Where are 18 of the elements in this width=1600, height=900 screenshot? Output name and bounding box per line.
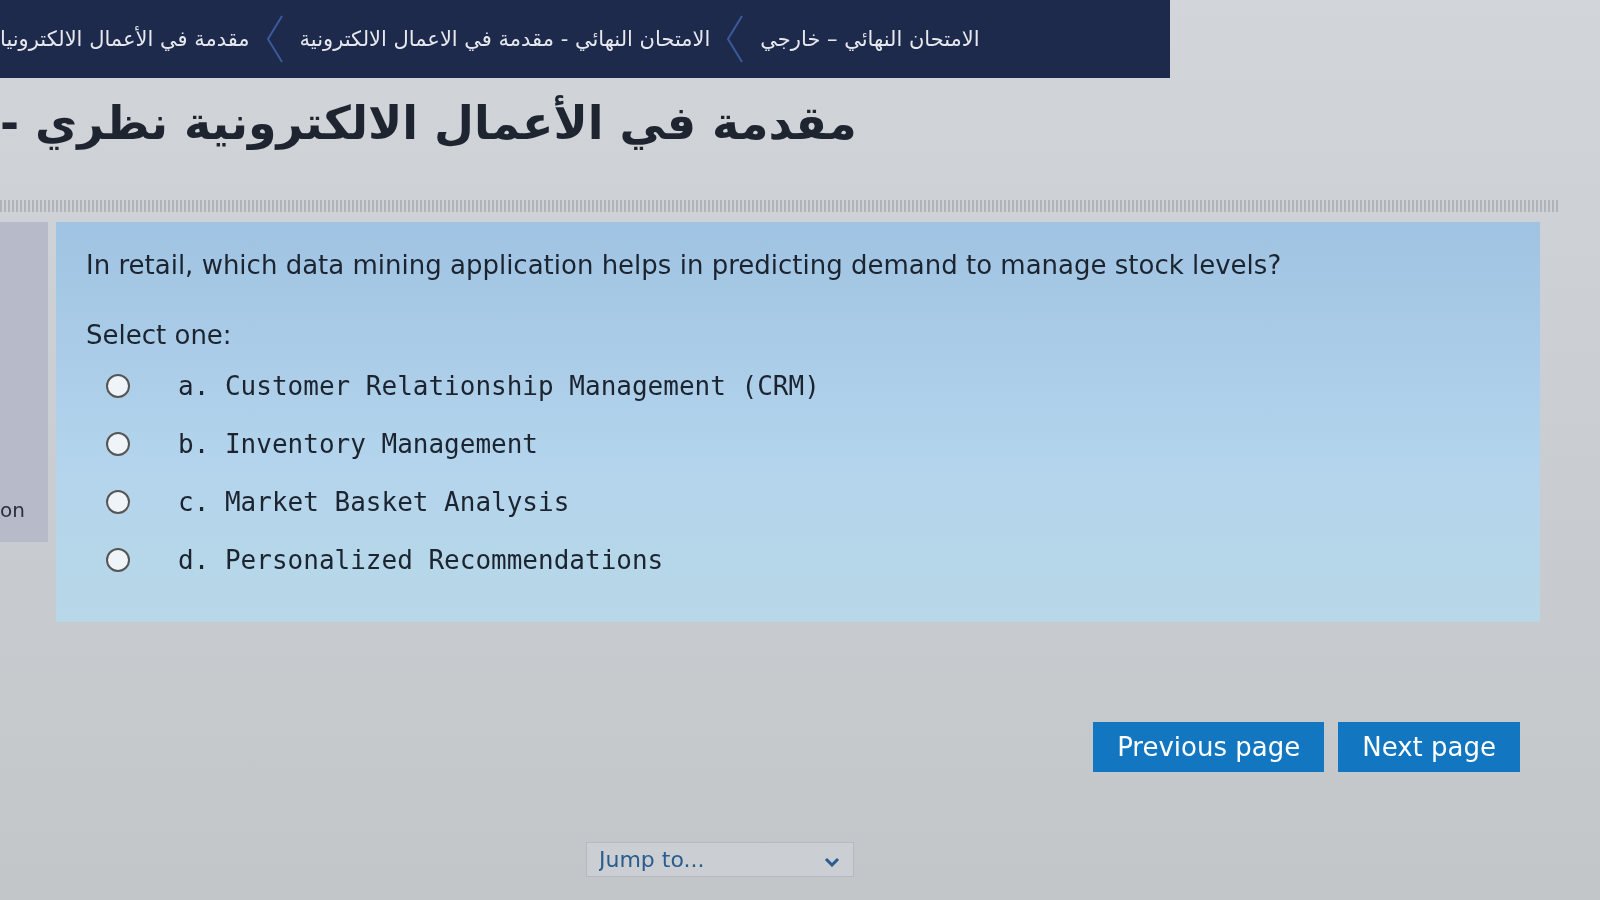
option-label[interactable]: a. Customer Relationship Management (CRM) — [178, 371, 820, 401]
side-text: on — [0, 498, 25, 522]
breadcrumb-link[interactable]: مقدمة في الأعمال الالكترونيا — [0, 27, 250, 51]
caret-icon — [824, 857, 840, 867]
option-label[interactable]: d. Personalized Recommendations — [178, 545, 664, 575]
previous-page-button[interactable]: Previous page — [1093, 722, 1325, 772]
option-label[interactable]: c. Market Basket Analysis — [178, 487, 570, 517]
next-page-button[interactable]: Next page — [1338, 722, 1520, 772]
option-label[interactable]: b. Inventory Management — [178, 429, 539, 459]
question-text: In retail, which data mining application helps in predicting demand to manage stock levels? — [86, 250, 1283, 280]
select-prompt: Select one: — [86, 320, 233, 350]
radio-button[interactable] — [106, 432, 130, 456]
page-title: مقدمة في الأعمال الالكترونية نظري - — [0, 96, 857, 150]
radio-button[interactable] — [106, 490, 130, 514]
radio-button[interactable] — [106, 374, 130, 398]
breadcrumb-link[interactable]: الامتحان النهائي – خارجي — [760, 27, 980, 51]
radio-button[interactable] — [106, 548, 130, 572]
breadcrumb-link[interactable]: الامتحان النهائي - مقدمة في الاعمال الالكترونية — [299, 27, 711, 51]
